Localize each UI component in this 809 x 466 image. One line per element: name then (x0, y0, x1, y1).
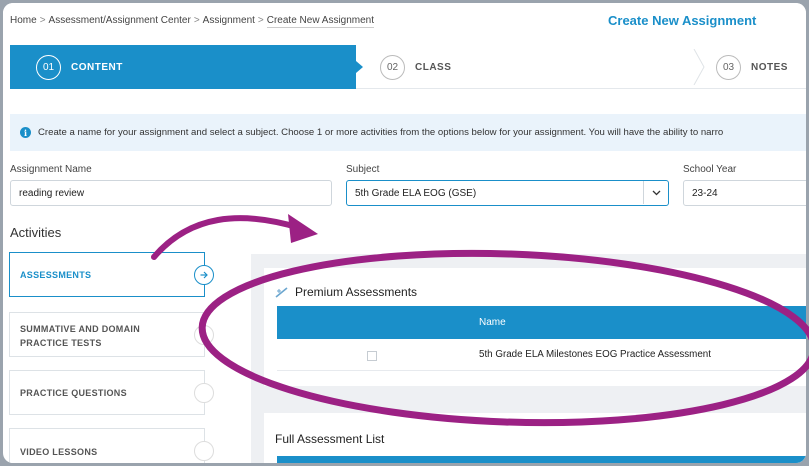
step-number: 03 (716, 54, 741, 80)
subject-value: 5th Grade ELA EOG (GSE) (355, 188, 477, 199)
top-bar: Home > Assessment/Assignment Center > Assign… (3, 3, 806, 39)
page-title: Create New Assignment (608, 13, 757, 28)
stepper: 01 CONTENT 02 CLASS 03 NOTES (10, 45, 806, 89)
full-list-table-header (277, 456, 806, 463)
activity-label-line1: SUMMATIVE AND DOMAIN (20, 324, 140, 334)
activity-label: ASSESSMENTS (20, 270, 92, 280)
activity-summative-domain[interactable]: SUMMATIVE AND DOMAIN PRACTICE TESTS (9, 312, 214, 357)
info-icon: i (20, 127, 31, 138)
premium-title: Premium Assessments (275, 285, 417, 299)
breadcrumb-separator: > (39, 15, 46, 26)
breadcrumb-separator: > (193, 15, 200, 26)
arrow-right-icon (194, 265, 214, 285)
table-row[interactable]: 5th Grade ELA Milestones EOG Practice As… (277, 339, 806, 371)
full-list-title: Full Assessment List (275, 432, 385, 446)
assignment-name-input[interactable]: reading review (10, 180, 332, 206)
step-label: CONTENT (71, 61, 123, 73)
step-class[interactable]: 02 CLASS (374, 45, 694, 89)
breadcrumb-assessment-center[interactable]: Assessment/Assignment Center (49, 15, 191, 26)
step-number: 01 (36, 54, 61, 80)
chevron-down-icon[interactable] (643, 181, 668, 204)
premium-title-text: Premium Assessments (295, 285, 418, 299)
activity-label: VIDEO LESSONS (20, 447, 98, 457)
row-checkbox[interactable] (367, 351, 377, 361)
sparkle-icon (275, 287, 288, 298)
activity-label: PRACTICE QUESTIONS (20, 388, 127, 398)
step-notes[interactable]: 03 NOTES (710, 45, 806, 89)
info-text: Create a name for your assignment and se… (38, 127, 724, 138)
step-arrow-icon (356, 61, 363, 73)
app-window: Home > Assessment/Assignment Center > Assign… (3, 3, 806, 463)
circle-icon (194, 325, 214, 345)
breadcrumb-home[interactable]: Home (10, 15, 37, 26)
column-header-name[interactable]: Name (479, 317, 506, 328)
subject-label: Subject (346, 164, 380, 175)
row-name: 5th Grade ELA Milestones EOG Practice As… (479, 349, 711, 360)
breadcrumb: Home > Assessment/Assignment Center > Assign… (10, 15, 375, 28)
circle-icon (194, 441, 214, 461)
school-year-label: School Year (683, 164, 737, 175)
step-content[interactable]: 01 CONTENT (10, 45, 356, 89)
circle-icon (194, 383, 214, 403)
activity-assessments[interactable]: ASSESSMENTS (9, 252, 214, 297)
school-year-input[interactable]: 23-24 (683, 180, 806, 206)
chevron-divider-icon (693, 49, 705, 85)
activity-label-line2: PRACTICE TESTS (20, 338, 102, 348)
step-number: 02 (380, 54, 405, 80)
breadcrumb-separator: > (257, 15, 264, 26)
step-label: CLASS (415, 61, 452, 73)
breadcrumb-current: Create New Assignment (266, 15, 375, 28)
premium-table-header: Name (277, 306, 806, 339)
breadcrumb-assignment[interactable]: Assignment (203, 15, 255, 26)
activity-video-lessons[interactable]: VIDEO LESSONS (9, 428, 214, 463)
activities-title: Activities (10, 225, 62, 240)
info-banner: i Create a name for your assignment and … (10, 114, 806, 151)
subject-select[interactable]: 5th Grade ELA EOG (GSE) (346, 180, 669, 206)
assignment-name-label: Assignment Name (10, 164, 92, 175)
activity-practice-questions[interactable]: PRACTICE QUESTIONS (9, 370, 214, 415)
step-label: NOTES (751, 61, 788, 73)
